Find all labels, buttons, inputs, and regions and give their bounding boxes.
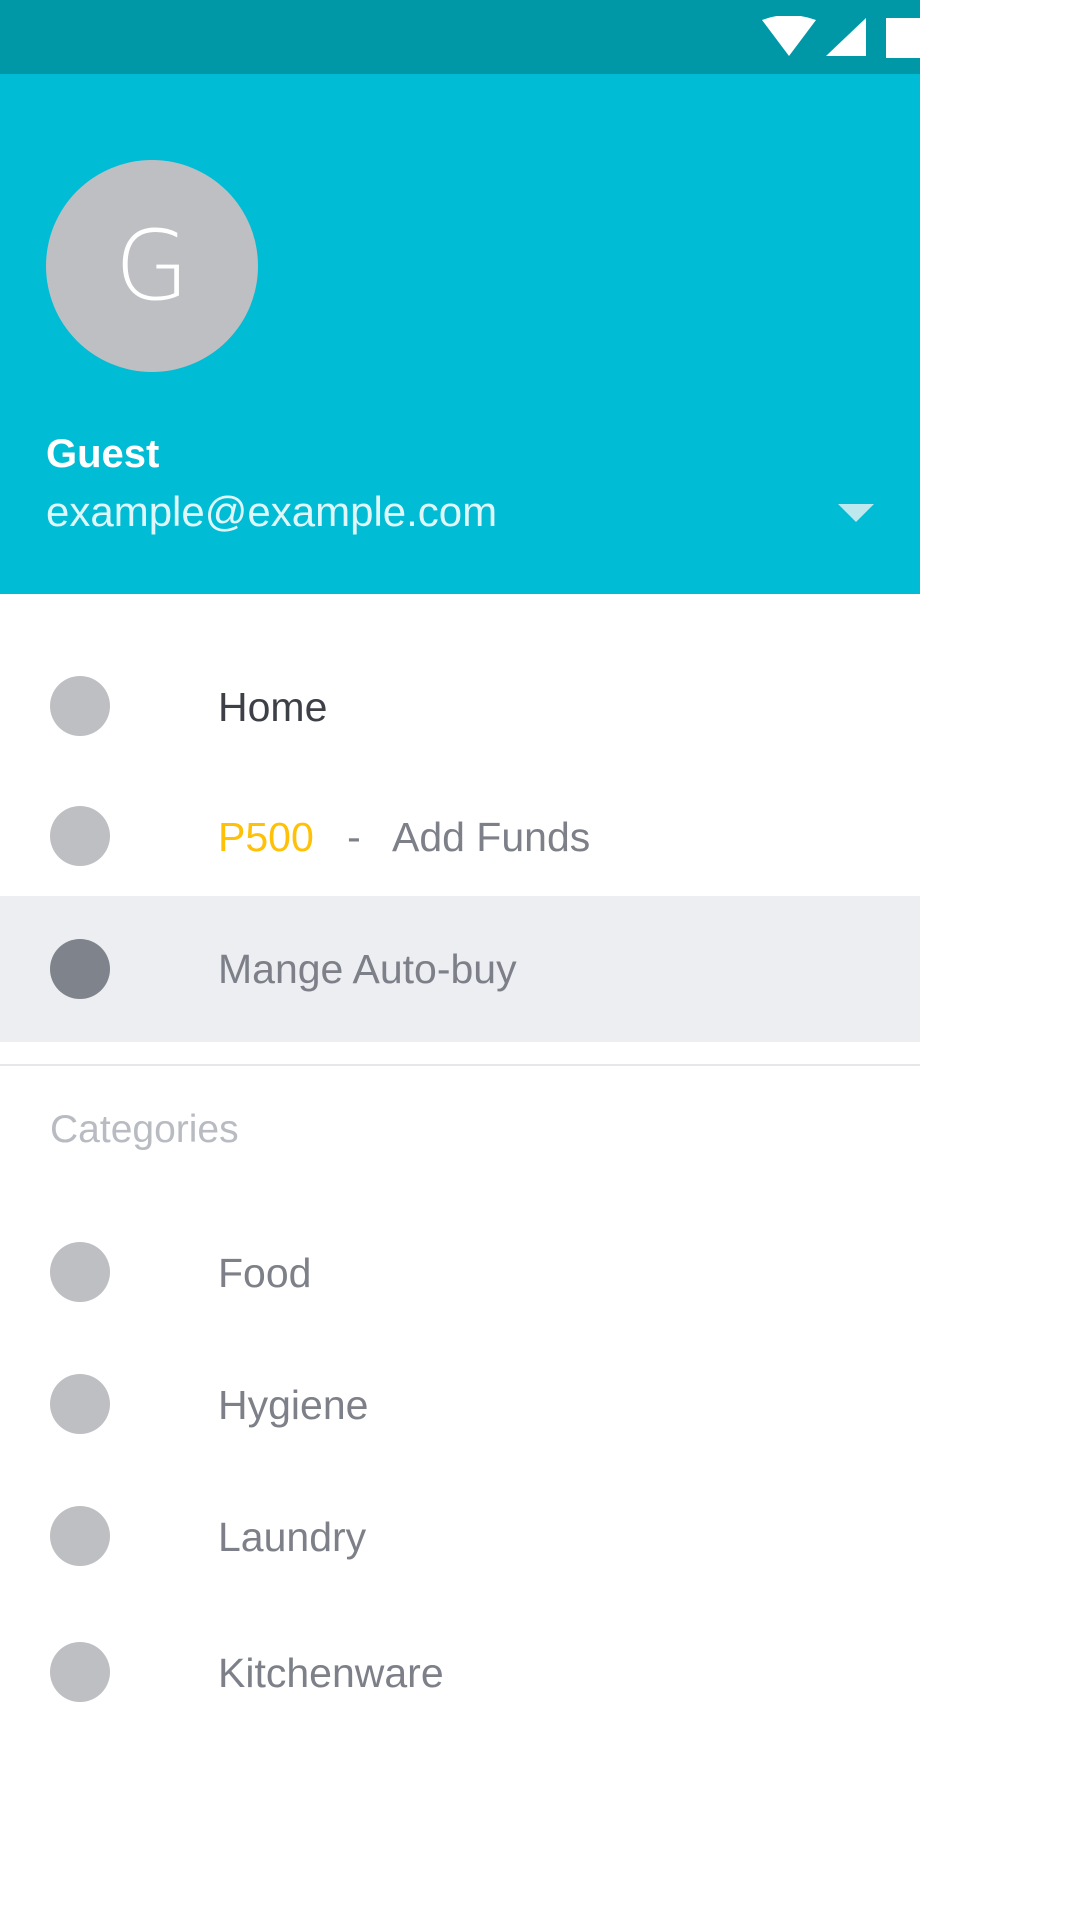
auto-buy-icon xyxy=(50,939,110,999)
account-name: Guest xyxy=(46,432,160,476)
categories-header: Categories xyxy=(50,1108,239,1151)
account-header: G Guest example@example.com xyxy=(0,74,920,594)
category-item-hygiene[interactable]: Hygiene xyxy=(0,1338,920,1470)
kitchenware-icon xyxy=(50,1642,110,1702)
food-icon xyxy=(50,1242,110,1302)
battery-icon xyxy=(886,18,920,58)
menu-item-label: Home xyxy=(218,684,328,730)
category-item-laundry[interactable]: Laundry xyxy=(0,1470,920,1602)
menu-item-label: P500 - Add Funds xyxy=(218,814,590,861)
menu-item-manage-auto-buy[interactable]: Mange Auto-buy xyxy=(0,896,920,1042)
category-item-food[interactable]: Food xyxy=(0,1206,920,1338)
category-label: Hygiene xyxy=(218,1382,369,1428)
menu-item-home[interactable]: Home xyxy=(0,640,920,772)
funds-separator: - xyxy=(347,814,361,860)
wifi-icon xyxy=(762,16,816,56)
menu-item-add-funds[interactable]: P500 - Add Funds xyxy=(0,772,920,904)
category-item-kitchenware[interactable]: Kitchenware xyxy=(0,1606,920,1738)
funds-balance: P500 xyxy=(218,814,314,860)
account-email: example@example.com xyxy=(46,488,498,535)
category-label: Kitchenware xyxy=(218,1650,444,1696)
wallet-icon xyxy=(50,806,110,866)
menu-item-label: Mange Auto-buy xyxy=(218,946,517,992)
divider xyxy=(0,1064,920,1066)
avatar[interactable]: G xyxy=(46,160,258,372)
category-label: Food xyxy=(218,1250,312,1296)
screen: G Guest example@example.com Home P500 - … xyxy=(0,0,1080,1920)
chevron-down-icon[interactable] xyxy=(838,504,874,526)
status-icons xyxy=(762,16,920,58)
category-label: Laundry xyxy=(218,1514,367,1560)
navigation-drawer: G Guest example@example.com Home P500 - … xyxy=(0,0,920,1920)
signal-icon xyxy=(826,18,866,56)
status-bar xyxy=(0,0,920,74)
hygiene-icon xyxy=(50,1374,110,1434)
laundry-icon xyxy=(50,1506,110,1566)
home-icon xyxy=(50,676,110,736)
add-funds-label: Add Funds xyxy=(391,814,591,860)
